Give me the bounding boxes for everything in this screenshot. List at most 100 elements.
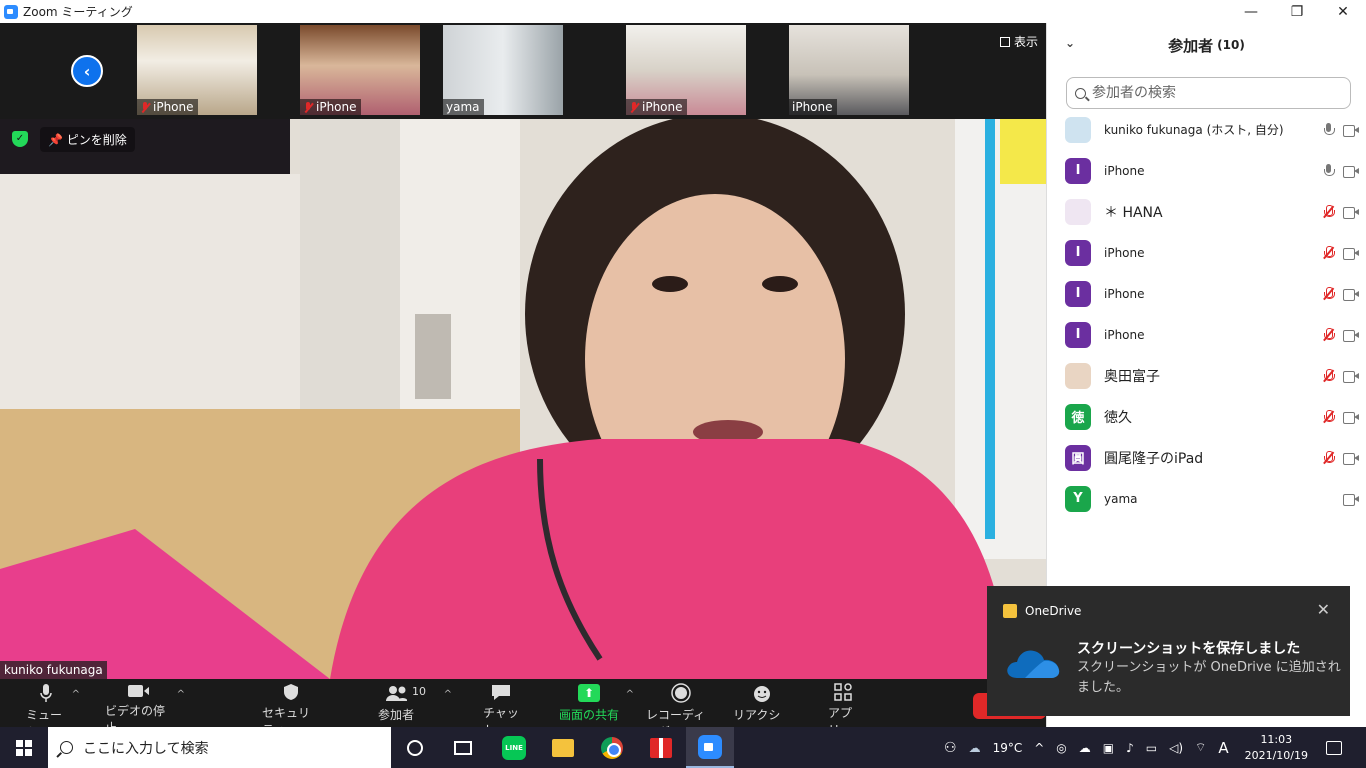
video-camera-icon[interactable] xyxy=(1343,411,1359,424)
mic-muted-icon[interactable] xyxy=(1323,327,1335,342)
people-icon[interactable]: ⚇ xyxy=(944,740,957,756)
mic-muted-icon[interactable] xyxy=(1323,204,1335,219)
previous-page-button[interactable]: ‹ xyxy=(71,55,103,87)
video-thumbnail[interactable]: iPhone xyxy=(626,25,746,115)
video-camera-icon[interactable] xyxy=(1343,329,1359,342)
chevron-up-icon[interactable]: ^ xyxy=(177,689,185,700)
clock[interactable]: 11:03 2021/10/19 xyxy=(1245,732,1308,764)
microphone-tray-icon[interactable]: ♪ xyxy=(1126,741,1134,755)
video-camera-icon[interactable] xyxy=(1343,452,1359,465)
microphone-icon[interactable] xyxy=(1323,122,1335,137)
video-camera-icon[interactable] xyxy=(1343,206,1359,219)
view-button-label: 表示 xyxy=(1013,35,1038,49)
chrome-app[interactable] xyxy=(588,727,636,768)
minimize-button[interactable]: — xyxy=(1228,0,1274,23)
video-camera-icon[interactable] xyxy=(1343,493,1359,506)
speaker-video-frame xyxy=(0,119,1046,679)
notification-center-icon[interactable] xyxy=(1326,740,1342,755)
start-button[interactable] xyxy=(0,727,48,768)
mic-muted-icon[interactable] xyxy=(1323,368,1335,383)
video-thumbnail[interactable]: iPhone xyxy=(137,25,257,115)
taskbar-search[interactable]: ここに入力して検索 xyxy=(48,727,391,768)
participant-row[interactable]: kuniko fukunaga (ホスト, 自分) xyxy=(1047,109,1366,150)
mute-button[interactable]: ミュート ^ xyxy=(26,683,80,739)
system-tray: ⚇ ☁ 19°C ^ ◎ ☁ ▣ ♪ ▭ ◁) ⌔ A 11:03 2021/1… xyxy=(944,727,1366,768)
microphone-icon[interactable] xyxy=(1323,163,1335,178)
file-explorer-app[interactable] xyxy=(539,727,587,768)
avatar: I xyxy=(1065,321,1091,348)
participants-button[interactable]: 参加者 10 ^ xyxy=(376,683,452,727)
unpin-button[interactable]: 📌 ピンを削除 xyxy=(40,127,135,152)
participant-row[interactable]: IiPhone xyxy=(1047,232,1366,273)
video-camera-icon[interactable] xyxy=(1343,165,1359,178)
onedrive-tray-icon[interactable]: ☁ xyxy=(1079,741,1091,755)
zoom-app[interactable] xyxy=(686,727,734,768)
close-button[interactable]: ✕ xyxy=(1320,0,1366,23)
video-camera-icon[interactable] xyxy=(1343,370,1359,383)
stop-video-button[interactable]: ビデオの停止 ^ xyxy=(105,683,185,735)
chevron-up-icon[interactable]: ^ xyxy=(444,689,452,700)
video-thumbnail[interactable]: iPhone xyxy=(300,25,420,115)
notification-app-name: OneDrive xyxy=(1025,604,1082,618)
notification-title: スクリーンショットを保存しました xyxy=(1077,641,1301,657)
ime-indicator[interactable]: A xyxy=(1218,739,1228,757)
weather-icon[interactable]: ☁ xyxy=(969,741,981,755)
chevron-up-icon[interactable]: ^ xyxy=(72,689,80,700)
view-button[interactable]: 表示 xyxy=(999,33,1038,50)
maximize-button[interactable]: ❐ xyxy=(1274,0,1320,23)
line-app[interactable]: LINE xyxy=(490,727,538,768)
participant-row[interactable]: Yyama xyxy=(1047,478,1366,519)
gift-app[interactable] xyxy=(637,727,685,768)
taskbar-search-placeholder: ここに入力して検索 xyxy=(83,740,209,757)
video-thumbnail[interactable]: yama xyxy=(443,25,563,115)
participant-search[interactable] xyxy=(1066,77,1351,109)
chevron-up-icon[interactable]: ^ xyxy=(626,689,634,700)
screenshot-tray-icon[interactable]: ▣ xyxy=(1103,741,1114,755)
mic-muted-icon[interactable] xyxy=(1323,450,1335,465)
record-button[interactable]: レコーディング xyxy=(646,683,716,739)
mic-muted-icon[interactable] xyxy=(1323,286,1335,301)
security-button[interactable]: セキュリティ xyxy=(262,683,320,737)
participant-row[interactable]: ＊ HANA xyxy=(1047,191,1366,232)
emoji-icon xyxy=(751,683,773,703)
title-bar: Zoom ミーティング — ❐ ✕ xyxy=(0,0,1366,23)
participant-search-input[interactable] xyxy=(1092,85,1332,101)
participant-row[interactable]: 奥田富子 xyxy=(1047,355,1366,396)
cortana-button[interactable] xyxy=(391,727,439,768)
battery-icon[interactable]: ▭ xyxy=(1146,741,1157,755)
participant-count: (10) xyxy=(1217,38,1245,52)
chevron-down-icon[interactable]: ⌄ xyxy=(1065,36,1075,50)
participant-row[interactable]: IiPhone xyxy=(1047,150,1366,191)
participant-row[interactable]: IiPhone xyxy=(1047,273,1366,314)
thumbnail-name: iPhone xyxy=(153,100,194,114)
avatar: 圓 xyxy=(1065,444,1091,471)
share-screen-button[interactable]: ⬆ 画面の共有 ^ xyxy=(558,683,634,727)
apps-button[interactable]: アプリ xyxy=(828,683,858,737)
onedrive-notification[interactable]: OneDrive ✕ スクリーンショットを保存しました スクリーンショットが O… xyxy=(987,586,1350,716)
participant-row[interactable]: IiPhone xyxy=(1047,314,1366,355)
share-arrow-icon: ⬆ xyxy=(578,684,600,702)
mic-muted-icon[interactable] xyxy=(1323,409,1335,424)
chat-button[interactable]: チャット xyxy=(483,683,519,737)
weather-temp[interactable]: 19°C xyxy=(993,741,1023,755)
video-thumbnail[interactable]: iPhone xyxy=(789,25,909,115)
video-camera-icon[interactable] xyxy=(1343,124,1359,137)
zoom-app-icon xyxy=(4,4,18,19)
cloud-icon xyxy=(1007,650,1060,678)
participant-row[interactable]: 徳徳久 xyxy=(1047,396,1366,437)
participant-row[interactable]: 圓圓尾隆子のiPad xyxy=(1047,437,1366,478)
volume-icon[interactable]: ◁) xyxy=(1169,741,1183,755)
close-icon[interactable]: ✕ xyxy=(1317,600,1330,619)
task-view-button[interactable] xyxy=(439,727,487,768)
video-camera-icon xyxy=(127,683,149,699)
video-camera-icon[interactable] xyxy=(1343,288,1359,301)
thumbnail-name: yama xyxy=(446,100,480,114)
wifi-icon[interactable]: ⌔ xyxy=(1195,740,1206,755)
video-camera-icon[interactable] xyxy=(1343,247,1359,260)
task-view-icon xyxy=(454,740,472,755)
show-hidden-icons[interactable]: ^ xyxy=(1034,741,1044,755)
meet-now-icon[interactable]: ◎ xyxy=(1056,741,1066,755)
mic-muted-icon[interactable] xyxy=(1323,245,1335,260)
reactions-button[interactable]: リアクション xyxy=(733,683,791,739)
clock-time: 11:03 xyxy=(1260,732,1293,746)
